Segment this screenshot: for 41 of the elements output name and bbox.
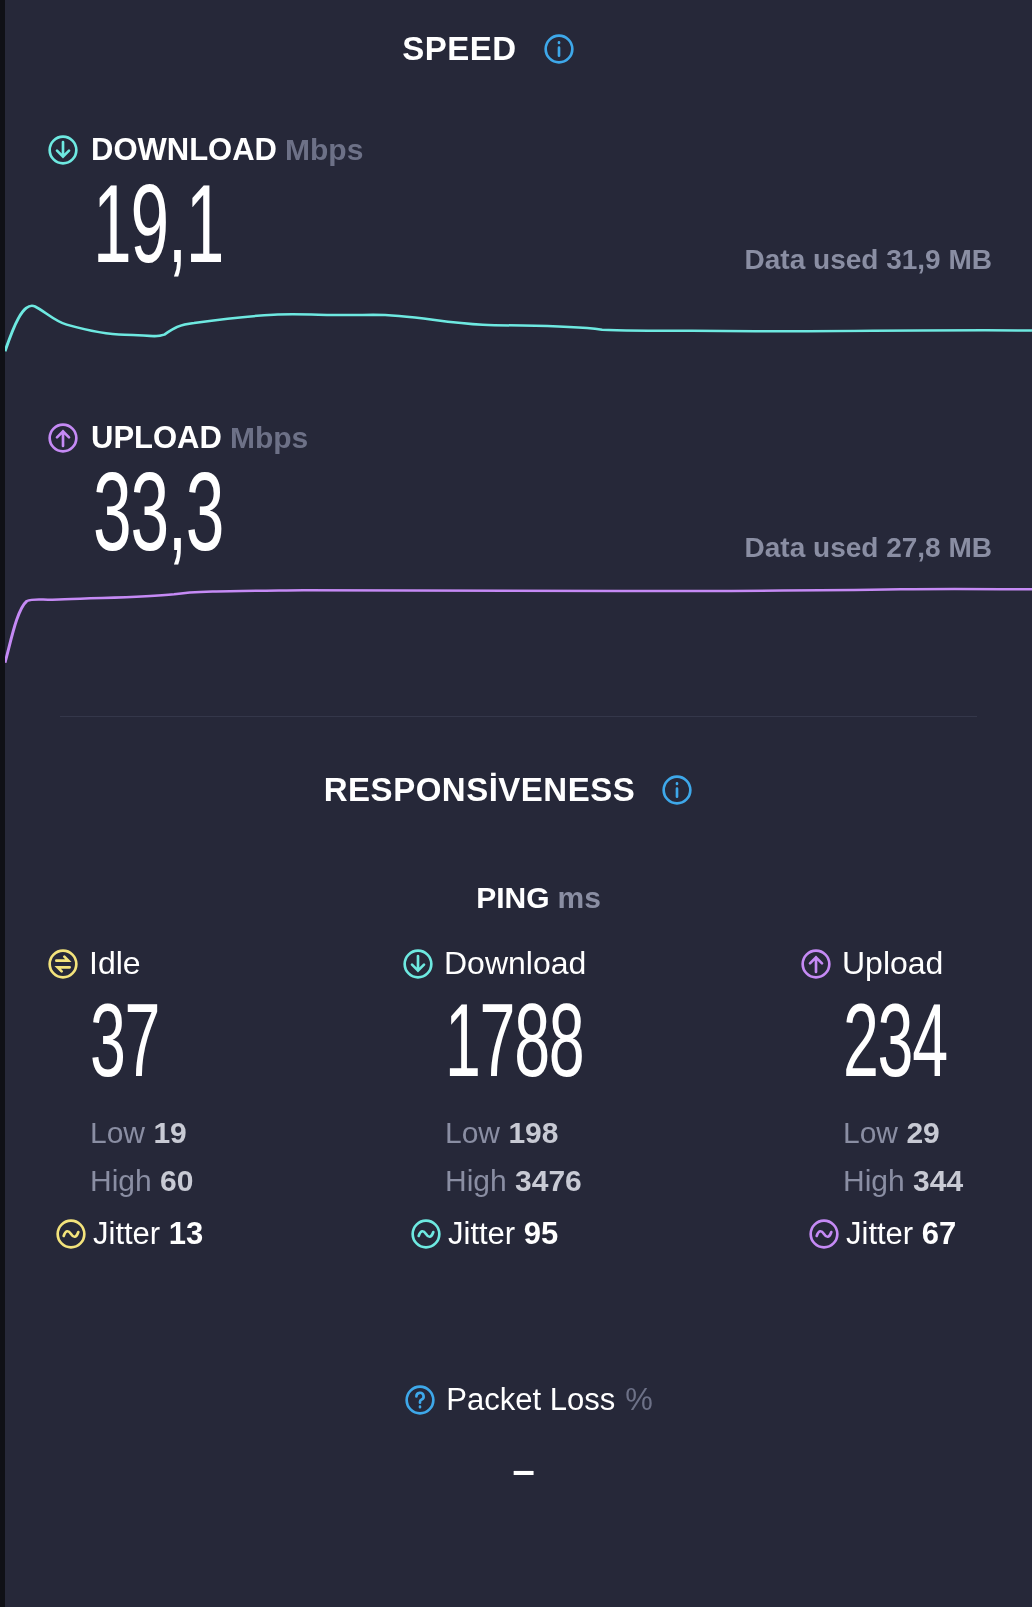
ping-value: 234 [843, 988, 948, 1092]
help-icon[interactable] [404, 1384, 437, 1416]
wave-circle-icon [410, 1218, 442, 1250]
ping-type-label: Upload [842, 945, 944, 982]
arrow-up-circle-icon [47, 422, 79, 454]
ping-value: 1788 [445, 988, 585, 1092]
ping-value: 37 [90, 988, 161, 1092]
info-icon[interactable] [661, 774, 694, 806]
high-reading: High 60 [90, 1164, 195, 1198]
test-label: DOWNLOAD [91, 132, 277, 168]
wave-circle-icon [808, 1218, 840, 1250]
speed-value: 33,3 [93, 456, 224, 568]
unit-label: ms [557, 881, 601, 915]
ping-type-label: Idle [89, 945, 141, 982]
arrows-circle-icon [47, 947, 79, 980]
speed-value: 19,1 [93, 168, 224, 280]
ping-type-label: Download [444, 945, 587, 982]
jitter-reading: Jitter 13 [93, 1216, 204, 1252]
jitter-reading: Jitter 95 [448, 1216, 559, 1252]
unit-label: Mbps [229, 421, 309, 455]
arrow-up-circle-icon [800, 947, 832, 980]
wave-circle-icon [55, 1218, 87, 1250]
low-reading: Low 29 [843, 1116, 941, 1150]
low-reading: Low 19 [90, 1116, 188, 1150]
section-title: SPEED [402, 30, 517, 68]
unit-label: Mbps [285, 133, 364, 167]
jitter-reading: Jitter 67 [846, 1216, 957, 1252]
unit-label: % [625, 1382, 653, 1418]
packet-loss-label: Packet Loss [446, 1382, 616, 1418]
data-used-text: Data used 27,8 MB [744, 532, 992, 565]
data-used-text: Data used 31,9 MB [744, 244, 992, 277]
test-label: UPLOAD [91, 420, 222, 456]
arrow-down-circle-icon [402, 947, 434, 980]
arrow-down-circle-icon [47, 134, 79, 166]
packet-loss-value: – [512, 1448, 535, 1493]
info-icon[interactable] [542, 33, 575, 65]
high-reading: High 3476 [445, 1164, 583, 1198]
section-title: RESPONSİVENESS [323, 771, 636, 809]
low-reading: Low 198 [445, 1116, 560, 1150]
high-reading: High 344 [843, 1164, 965, 1198]
ping-label: PING [476, 881, 550, 915]
